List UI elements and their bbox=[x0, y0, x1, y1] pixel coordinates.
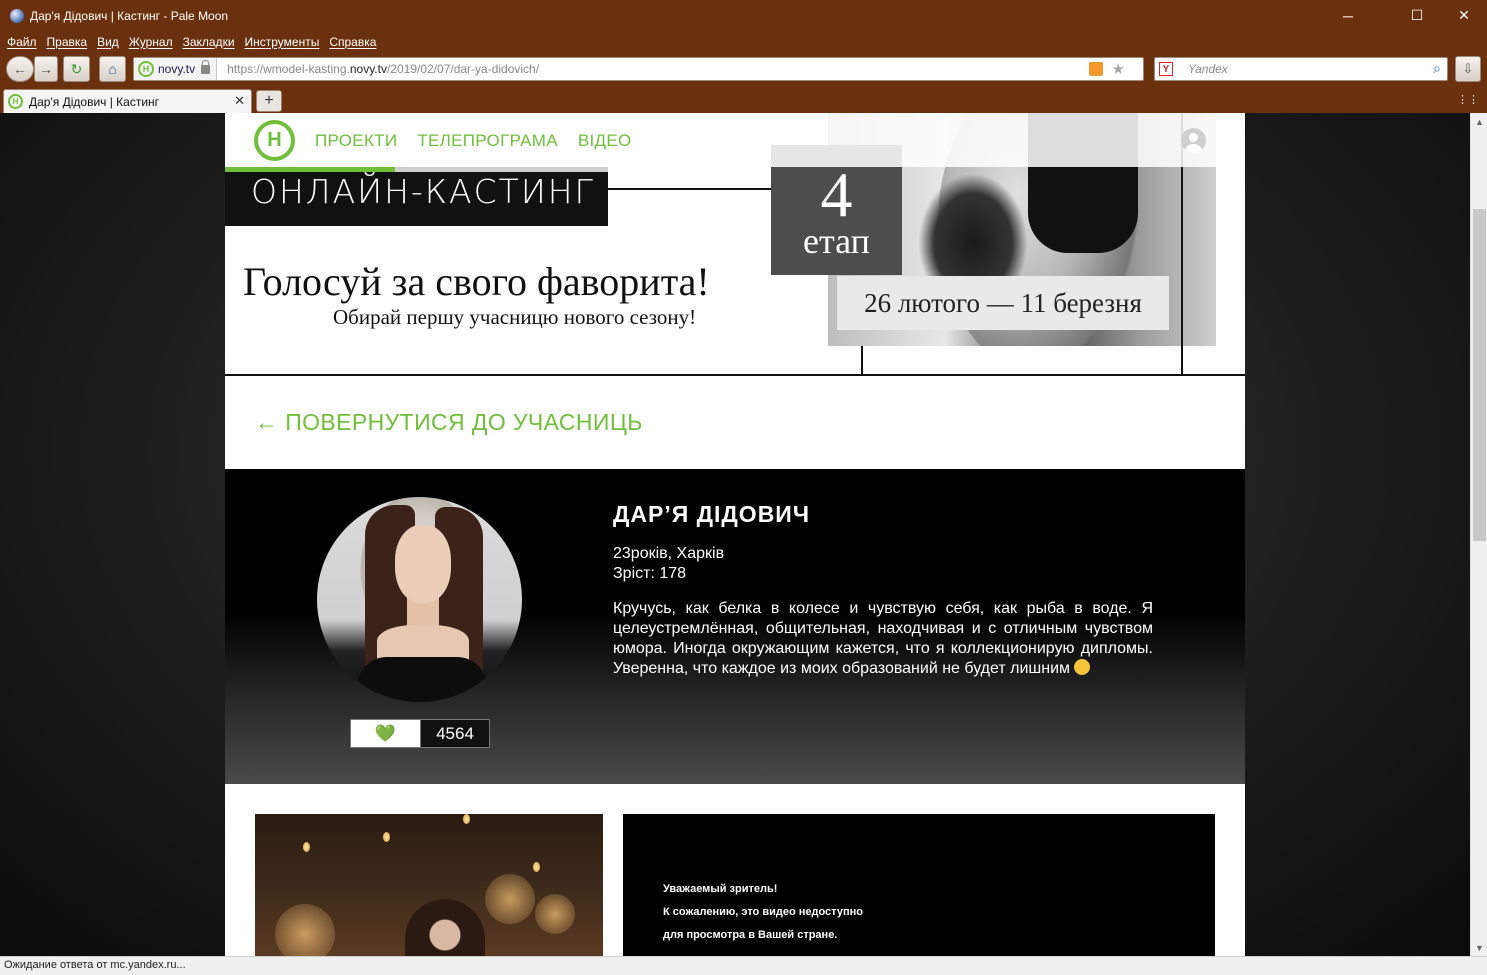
downloads-button[interactable]: ⇩ bbox=[1455, 56, 1481, 82]
novy-logo[interactable]: Н bbox=[254, 120, 295, 161]
vote-subtitle: Обирай першу учасницю нового сезону! bbox=[333, 305, 697, 329]
bio-text: Кручусь, как белка в колесе и чувствую с… bbox=[613, 600, 1153, 677]
participant-meta: 23років, Харків Зріст: 178 bbox=[613, 544, 724, 584]
smile-emoji-icon bbox=[1074, 659, 1091, 675]
voting-dates: 26 лютого — 11 березня bbox=[837, 276, 1169, 330]
participant-photo-2 bbox=[255, 814, 603, 956]
lock-icon bbox=[201, 59, 211, 74]
search-icon[interactable]: ⌕ bbox=[1433, 60, 1441, 77]
address-bar[interactable]: Н novy.tv https://wmodel-kasting.novy.tv… bbox=[133, 57, 1144, 81]
menu-history[interactable]: Журнал bbox=[129, 35, 173, 49]
tab-bar: Н Дар'я Дідович | Кастинг ✕ + ⋮⋮ bbox=[0, 87, 1487, 113]
maximize-button[interactable]: ☐ bbox=[1394, 0, 1440, 31]
reload-button[interactable]: ↻ bbox=[63, 56, 90, 82]
tab-favicon: Н bbox=[8, 94, 23, 109]
url-prefix: https://wmodel-kasting. bbox=[227, 62, 350, 76]
home-icon: ⌂ bbox=[108, 61, 117, 77]
vote-title: Голосуй за свого фаворита! bbox=[243, 259, 710, 304]
casting-label: ОНЛАЙН-КАСТИНГ bbox=[251, 172, 595, 211]
participant-bio: Кручусь, как белка в колесе и чувствую с… bbox=[613, 599, 1153, 679]
stage-label: етап bbox=[803, 221, 870, 261]
status-text: Ожидание ответа от mc.yandex.ru... bbox=[4, 959, 186, 971]
url-path: /2019/02/07/dar-ya-didovich/ bbox=[386, 62, 540, 76]
casting-badge: ОНЛАЙН-КАСТИНГ bbox=[225, 167, 608, 226]
title-bar: Дар'я Дідович | Кастинг - Pale Moon ─ ☐ … bbox=[0, 0, 1487, 31]
url-text: https://wmodel-kasting.novy.tv/2019/02/0… bbox=[227, 62, 539, 76]
forward-button[interactable]: → bbox=[34, 56, 58, 82]
back-button[interactable]: ← bbox=[6, 56, 34, 82]
site-identity[interactable]: Н novy.tv bbox=[134, 58, 218, 80]
video-player[interactable]: Уважаемый зритель! К сожалению, это виде… bbox=[623, 814, 1215, 956]
nav-tv-program[interactable]: ТЕЛЕПРОГРАМА bbox=[417, 131, 557, 151]
download-icon: ⇩ bbox=[1462, 61, 1474, 76]
participant-photo bbox=[317, 497, 522, 702]
user-avatar-icon[interactable] bbox=[1181, 128, 1206, 153]
participant-height: Зріст: 178 bbox=[613, 565, 687, 582]
like-counter[interactable]: 💚 4564 bbox=[350, 719, 490, 748]
heart-icon: 💚 bbox=[374, 724, 397, 743]
stage-number: 4 bbox=[820, 159, 853, 230]
casting-banner: 4 етап 26 лютого — 11 березня ОНЛАЙН-КАС… bbox=[225, 113, 1245, 376]
minimize-button[interactable]: ─ bbox=[1325, 0, 1371, 31]
menu-edit[interactable]: Правка bbox=[47, 35, 88, 49]
home-button[interactable]: ⌂ bbox=[99, 56, 126, 82]
site-nav: ПРОЕКТИ ТЕЛЕПРОГРАМА ВІДЕО bbox=[315, 131, 651, 151]
video-unavailable-message: Уважаемый зритель! К сожалению, это виде… bbox=[663, 878, 863, 947]
url-domain: novy.tv bbox=[349, 62, 387, 76]
tab-active[interactable]: Н Дар'я Дідович | Кастинг ✕ bbox=[3, 89, 252, 113]
close-window-button[interactable]: ✕ bbox=[1441, 0, 1487, 31]
menu-file[interactable]: Файл bbox=[7, 35, 37, 49]
banner-line bbox=[861, 346, 863, 376]
video-notice-line: для просмотра в Вашей стране. bbox=[663, 929, 838, 941]
nav-video[interactable]: ВІДЕО bbox=[578, 131, 632, 151]
nav-projects[interactable]: ПРОЕКТИ bbox=[315, 131, 397, 151]
page-viewport: 4 етап 26 лютого — 11 березня ОНЛАЙН-КАС… bbox=[0, 113, 1470, 956]
all-tabs-icon[interactable]: ⋮⋮ bbox=[1457, 93, 1479, 106]
video-notice-line: Уважаемый зритель! bbox=[663, 883, 778, 895]
site-favicon: Н bbox=[138, 61, 154, 77]
tab-close-icon[interactable]: ✕ bbox=[234, 93, 245, 109]
window-title: Дар'я Дідович | Кастинг - Pale Moon bbox=[30, 8, 229, 23]
rss-icon[interactable] bbox=[1089, 62, 1103, 76]
site-domain: novy.tv bbox=[158, 62, 196, 76]
status-bar: Ожидание ответа от mc.yandex.ru... bbox=[0, 956, 1487, 975]
reload-icon: ↻ bbox=[70, 60, 83, 77]
menu-view[interactable]: Вид bbox=[97, 35, 119, 49]
scroll-down-icon[interactable]: ▼ bbox=[1471, 939, 1487, 956]
scroll-thumb[interactable] bbox=[1473, 209, 1486, 541]
pale-moon-icon bbox=[10, 8, 24, 23]
video-notice-line: К сожалению, это видео недоступно bbox=[663, 906, 863, 918]
menu-bookmarks[interactable]: Закладки bbox=[183, 35, 235, 49]
site-header: Н ПРОЕКТИ ТЕЛЕПРОГРАМА ВІДЕО bbox=[225, 113, 1245, 167]
participant-age-city: 23років, Харків bbox=[613, 545, 725, 562]
search-bar[interactable]: Y Yandex ⌕ bbox=[1154, 57, 1448, 81]
like-button[interactable]: 💚 bbox=[351, 720, 421, 747]
navigation-toolbar: ← → ↻ ⌂ Н novy.tv https://wmodel-kasting… bbox=[0, 52, 1487, 87]
banner-line bbox=[608, 188, 787, 190]
back-arrow-icon: ← bbox=[13, 61, 27, 77]
menu-tools[interactable]: Инструменты bbox=[245, 35, 320, 49]
yandex-icon[interactable]: Y bbox=[1159, 62, 1173, 76]
participant-name: ДАР’Я ДІДОВИЧ bbox=[613, 501, 810, 527]
page-content: 4 етап 26 лютого — 11 березня ОНЛАЙН-КАС… bbox=[225, 113, 1245, 956]
vertical-scrollbar[interactable]: ▲ ▼ bbox=[1470, 113, 1487, 956]
like-count: 4564 bbox=[421, 720, 489, 747]
bookmark-star-icon[interactable]: ★ bbox=[1112, 60, 1125, 78]
back-to-participants-link[interactable]: ← ПОВЕРНУТИСЯ ДО УЧАСНИЦЬ bbox=[255, 409, 643, 436]
scroll-up-icon[interactable]: ▲ bbox=[1471, 113, 1487, 130]
menu-help[interactable]: Справка bbox=[329, 35, 376, 49]
participant-profile: 💚 4564 ДАР’Я ДІДОВИЧ 23років, Харків Зрі… bbox=[225, 469, 1245, 784]
new-tab-button[interactable]: + bbox=[256, 90, 282, 112]
tab-label: Дар'я Дідович | Кастинг bbox=[29, 94, 160, 109]
banner-line bbox=[225, 374, 1245, 376]
forward-arrow-icon: → bbox=[39, 61, 53, 77]
menu-bar: Файл Правка Вид Журнал Закладки Инструме… bbox=[0, 31, 1487, 52]
search-engine-placeholder: Yandex bbox=[1188, 62, 1228, 76]
